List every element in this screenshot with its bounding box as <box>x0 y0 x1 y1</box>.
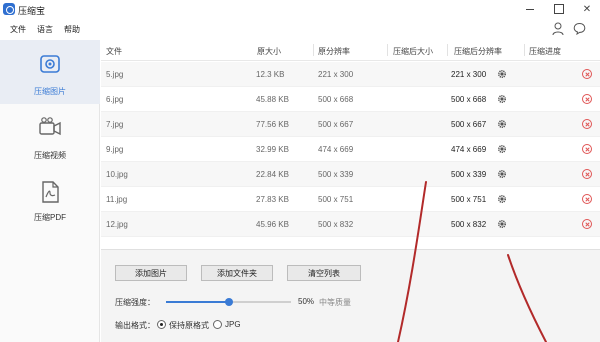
sidebar-item-compress-video[interactable]: 压缩视频 <box>0 106 100 170</box>
strength-value: 50% <box>298 297 315 306</box>
cell-size: 45.88 KB <box>256 95 289 104</box>
cell-file: 12.jpg <box>106 220 128 229</box>
table-row[interactable]: 6.jpg 45.88 KB 500 x 668 500 x 668 <box>101 87 600 112</box>
gear-icon[interactable] <box>497 119 507 129</box>
menu-bar: 文件 语言 帮助 <box>0 19 600 39</box>
cell-resolution: 500 x 339 <box>318 170 354 179</box>
col-compressed-size[interactable]: 压缩后大小 <box>393 46 433 57</box>
app-logo-icon <box>3 3 15 15</box>
gear-icon[interactable] <box>497 144 507 154</box>
cell-size: 77.56 KB <box>256 120 289 129</box>
gear-icon[interactable] <box>497 169 507 179</box>
cell-size: 22.84 KB <box>256 170 289 179</box>
image-compress-icon <box>40 55 60 73</box>
table-row[interactable]: 11.jpg 27.83 KB 500 x 751 500 x 751 <box>101 187 600 212</box>
strength-level: 中等质量 <box>319 298 351 307</box>
table-row[interactable]: 9.jpg 32.99 KB 474 x 669 474 x 669 <box>101 137 600 162</box>
table-header: 文件 原大小 原分辨率 压缩后大小 压缩后分辨率 压缩进度 <box>101 40 600 61</box>
cell-size: 12.3 KB <box>256 70 285 79</box>
sidebar-item-label: 压缩图片 <box>34 87 66 96</box>
sidebar-item-compress-pdf[interactable]: 压缩PDF <box>0 172 100 236</box>
delete-icon[interactable] <box>582 194 592 204</box>
column-divider <box>524 44 525 56</box>
add-folder-button[interactable]: 添加文件夹 <box>201 265 273 281</box>
cell-file: 7.jpg <box>106 120 124 129</box>
user-icon[interactable] <box>552 22 564 36</box>
delete-icon[interactable] <box>582 94 592 104</box>
cell-file: 10.jpg <box>106 170 128 179</box>
delete-icon[interactable] <box>582 69 592 79</box>
cell-file: 5.jpg <box>106 70 124 79</box>
cell-size: 27.83 KB <box>256 195 289 204</box>
chat-icon[interactable] <box>573 22 586 35</box>
pdf-compress-icon <box>42 181 59 203</box>
cell-new-resolution: 500 x 339 <box>451 170 487 179</box>
table-row[interactable]: 7.jpg 77.56 KB 500 x 667 500 x 667 <box>101 112 600 137</box>
slider-fill <box>166 301 229 303</box>
keep-format-label[interactable]: 保持原格式 <box>169 320 209 331</box>
strength-label: 压缩强度： <box>115 298 155 307</box>
cell-file: 11.jpg <box>106 195 128 204</box>
col-original-resolution[interactable]: 原分辨率 <box>318 46 350 57</box>
sidebar-item-label: 压缩视频 <box>34 151 66 160</box>
slider-handle[interactable] <box>224 298 233 306</box>
add-image-button[interactable]: 添加图片 <box>115 265 187 281</box>
jpg-label[interactable]: JPG <box>225 320 241 329</box>
close-button[interactable]: ✕ <box>575 1 599 17</box>
cell-file: 9.jpg <box>106 145 124 154</box>
file-table: 文件 原大小 原分辨率 压缩后大小 压缩后分辨率 压缩进度 5.jpg 12.3… <box>101 40 600 248</box>
app-title: 压缩宝 <box>18 6 46 16</box>
cell-resolution: 221 x 300 <box>318 70 354 79</box>
column-divider <box>387 44 388 56</box>
cell-new-resolution: 500 x 667 <box>451 120 487 129</box>
cell-resolution: 474 x 669 <box>318 145 354 154</box>
title-bar: 压缩宝 ✕ <box>0 0 600 19</box>
strength-slider[interactable] <box>166 298 291 306</box>
keep-format-radio[interactable] <box>157 320 166 329</box>
jpg-radio[interactable] <box>213 320 222 329</box>
gear-icon[interactable] <box>497 219 507 229</box>
minimize-button[interactable] <box>518 1 542 17</box>
sidebar: 压缩图片 压缩视频 压缩PDF <box>0 40 100 342</box>
table-row[interactable]: 10.jpg 22.84 KB 500 x 339 500 x 339 <box>101 162 600 187</box>
cell-resolution: 500 x 667 <box>318 120 354 129</box>
settings-panel: 添加图片 添加文件夹 清空列表 压缩强度： 50% 中等质量 输出格式： 保持原… <box>101 249 600 342</box>
cell-new-resolution: 500 x 832 <box>451 220 487 229</box>
cell-resolution: 500 x 832 <box>318 220 354 229</box>
table-row[interactable]: 5.jpg 12.3 KB 221 x 300 221 x 300 <box>101 62 600 87</box>
menu-help[interactable]: 帮助 <box>64 24 80 35</box>
gear-icon[interactable] <box>497 94 507 104</box>
delete-icon[interactable] <box>582 219 592 229</box>
menu-file[interactable]: 文件 <box>10 24 26 35</box>
sidebar-item-label: 压缩PDF <box>34 213 66 222</box>
table-row[interactable]: 12.jpg 45.96 KB 500 x 832 500 x 832 <box>101 212 600 237</box>
column-divider <box>447 44 448 56</box>
cell-size: 45.96 KB <box>256 220 289 229</box>
col-compressed-resolution[interactable]: 压缩后分辨率 <box>454 46 502 57</box>
gear-icon[interactable] <box>497 194 507 204</box>
cell-new-resolution: 221 x 300 <box>451 70 487 79</box>
gear-icon[interactable] <box>497 69 507 79</box>
col-file[interactable]: 文件 <box>106 46 122 57</box>
sidebar-item-compress-image[interactable]: 压缩图片 <box>0 40 100 104</box>
delete-icon[interactable] <box>582 169 592 179</box>
video-compress-icon <box>39 117 61 136</box>
col-progress[interactable]: 压缩进度 <box>529 46 561 57</box>
col-original-size[interactable]: 原大小 <box>257 46 281 57</box>
delete-icon[interactable] <box>582 119 592 129</box>
cell-resolution: 500 x 668 <box>318 95 354 104</box>
cell-new-resolution: 474 x 669 <box>451 145 487 154</box>
clear-list-button[interactable]: 清空列表 <box>287 265 361 281</box>
menu-language[interactable]: 语言 <box>37 24 53 35</box>
cell-size: 32.99 KB <box>256 145 289 154</box>
cell-new-resolution: 500 x 668 <box>451 95 487 104</box>
maximize-button[interactable] <box>547 1 571 17</box>
cell-resolution: 500 x 751 <box>318 195 354 204</box>
cell-new-resolution: 500 x 751 <box>451 195 487 204</box>
format-label: 输出格式： <box>115 321 155 330</box>
delete-icon[interactable] <box>582 144 592 154</box>
cell-file: 6.jpg <box>106 95 124 104</box>
column-divider <box>313 44 314 56</box>
